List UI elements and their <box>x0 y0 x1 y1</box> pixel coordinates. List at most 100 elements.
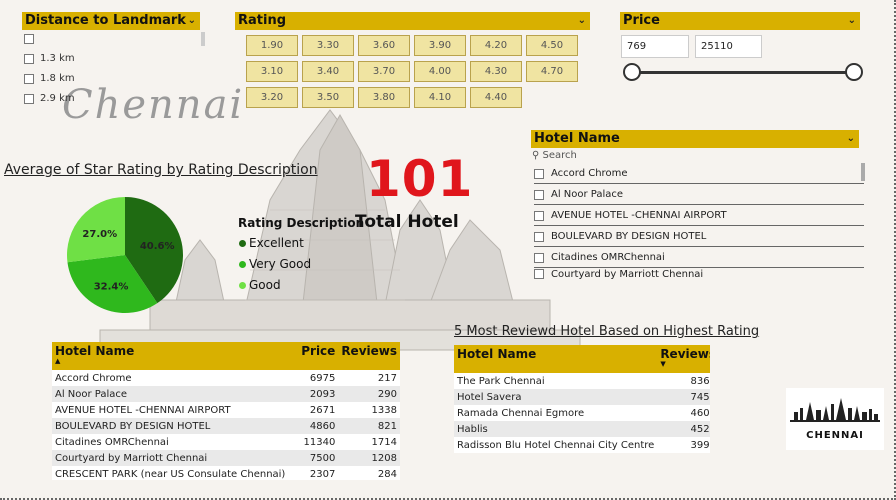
price-min-input[interactable]: 769 <box>621 35 689 58</box>
rating-tile[interactable]: 4.50 <box>526 35 578 56</box>
rating-tile[interactable]: 3.20 <box>246 87 298 108</box>
legend-dot-icon <box>239 239 246 247</box>
chevron-down-icon[interactable]: ⌄ <box>578 12 586 30</box>
checkbox[interactable] <box>534 189 544 200</box>
pie-data-label: 32.4% <box>94 282 129 293</box>
hotel-list-item[interactable]: AVENUE HOTEL -CHENNAI AIRPORT <box>534 206 864 226</box>
column-header-price[interactable]: Price <box>298 342 339 370</box>
price-cell: 11340 <box>298 434 339 450</box>
rating-tile[interactable]: 4.20 <box>470 35 522 56</box>
legend-item-good[interactable]: Good <box>239 278 281 292</box>
hotel-name-cell: Ramada Chennai Egmore <box>454 405 658 421</box>
chevron-down-icon[interactable]: ⌄ <box>188 12 196 30</box>
reviews-cell: 1208 <box>338 450 400 466</box>
hotel-name-cell: Hotel Savera <box>454 389 658 405</box>
distance-option-1-8km[interactable]: 1.8 km <box>24 73 75 84</box>
hotel-list-label: Citadines OMRChennai <box>551 252 665 263</box>
checkbox[interactable] <box>24 53 34 64</box>
hotel-list-item[interactable]: Accord Chrome <box>534 164 864 184</box>
hotel-list-item[interactable]: Courtyard by Marriott Chennai <box>534 269 864 279</box>
rating-tile[interactable]: 4.70 <box>526 61 578 82</box>
hotel-name-cell: AVENUE HOTEL -CHENNAI AIRPORT <box>52 402 299 418</box>
table-row[interactable]: Courtyard by Marriott Chennai 7500 1208 <box>52 450 400 466</box>
price-max-input[interactable]: 25110 <box>695 35 762 58</box>
rating-tile[interactable]: 3.50 <box>302 87 354 108</box>
table-row[interactable]: Accord Chrome 6975 217 <box>52 370 400 386</box>
checkbox[interactable] <box>24 34 34 44</box>
checkbox[interactable] <box>534 252 544 263</box>
distance-slicer-scrollbar[interactable] <box>201 32 205 46</box>
distance-option-1-3km[interactable]: 1.3 km <box>24 53 75 64</box>
distance-slicer-header[interactable]: Distance to Landmark ⌄ <box>22 12 200 30</box>
rating-tile[interactable]: 3.40 <box>302 61 354 82</box>
distance-slicer-title: Distance to Landmark <box>25 13 186 28</box>
rating-tile[interactable]: 3.30 <box>302 35 354 56</box>
checkbox[interactable] <box>534 231 544 242</box>
hotel-search-box[interactable]: ⚲ Search <box>532 150 864 161</box>
column-header-reviews[interactable]: Reviews▼ <box>657 345 710 373</box>
reviews-cell: 1714 <box>338 434 400 450</box>
rating-tile[interactable]: 4.30 <box>470 61 522 82</box>
table-row[interactable]: Citadines OMRChennai 11340 1714 <box>52 434 400 450</box>
table-row[interactable]: Hablis4529 <box>454 421 710 437</box>
price-slicer-title: Price <box>623 13 660 28</box>
search-placeholder: Search <box>542 150 577 161</box>
legend-item-very-good[interactable]: Very Good <box>239 257 311 271</box>
rating-slicer-header[interactable]: Rating ⌄ <box>235 12 590 30</box>
column-header-hotel-name[interactable]: Hotel Name ▲ <box>52 342 299 370</box>
hotel-table-container: Hotel Name ▲ Price Reviews Accord Chrome 6… <box>52 342 400 480</box>
hotel-name-cell: CRESCENT PARK (near US Consulate Chennai… <box>52 466 299 480</box>
hotel-list-item[interactable]: BOULEVARD BY DESIGN HOTEL <box>534 227 864 247</box>
legend-item-excellent[interactable]: Excellent <box>239 236 304 250</box>
rating-tile[interactable]: 4.00 <box>414 61 466 82</box>
table-row[interactable]: BOULEVARD BY DESIGN HOTEL 4860 821 <box>52 418 400 434</box>
table-row[interactable]: Ramada Chennai Egmore4600 <box>454 405 710 421</box>
rating-tile[interactable]: 1.90 <box>246 35 298 56</box>
top-reviewed-table: Hotel Name Reviews▼ The Park Chennai8366… <box>454 345 710 453</box>
rating-tile[interactable]: 3.80 <box>358 87 410 108</box>
table-row[interactable]: AVENUE HOTEL -CHENNAI AIRPORT 2671 1338 <box>52 402 400 418</box>
rating-tile[interactable]: 3.90 <box>414 35 466 56</box>
column-header-hotel-name[interactable]: Hotel Name <box>454 345 658 373</box>
price-slider-min-handle[interactable] <box>623 63 641 81</box>
chevron-down-icon[interactable]: ⌄ <box>847 130 855 148</box>
table-row[interactable]: Al Noor Palace 2093 290 <box>52 386 400 402</box>
checkbox[interactable] <box>24 93 34 104</box>
background-chennai-script: Chennai <box>62 82 245 128</box>
search-icon: ⚲ <box>532 150 540 161</box>
price-slider-max-handle[interactable] <box>845 63 863 81</box>
price-slicer-header[interactable]: Price ⌄ <box>620 12 860 30</box>
checkbox[interactable] <box>534 210 544 221</box>
hotel-list-label: AVENUE HOTEL -CHENNAI AIRPORT <box>551 210 727 221</box>
hotel-list-item[interactable]: Citadines OMRChennai <box>534 248 864 268</box>
table-row[interactable]: Radisson Blu Hotel Chennai City Centre 39… <box>454 437 710 453</box>
checkbox[interactable] <box>534 168 544 179</box>
rating-tile[interactable]: 4.40 <box>470 87 522 108</box>
hotel-name-slicer-header[interactable]: Hotel Name ⌄ <box>531 130 859 148</box>
hotel-list-label: Accord Chrome <box>551 168 628 179</box>
table-row[interactable]: CRESCENT PARK (near US Consulate Chennai… <box>52 466 400 480</box>
reviews-cell: 290 <box>338 386 400 402</box>
rating-tile[interactable]: 3.70 <box>358 61 410 82</box>
column-header-reviews[interactable]: Reviews <box>338 342 400 370</box>
table-row[interactable]: The Park Chennai8366 <box>454 373 710 389</box>
price-cell: 2093 <box>298 386 339 402</box>
hotel-name-slicer-title: Hotel Name <box>534 131 620 146</box>
distance-option-blank[interactable] <box>24 34 40 44</box>
price-cell: 4860 <box>298 418 339 434</box>
checkbox[interactable] <box>534 269 544 279</box>
rating-tile[interactable]: 3.10 <box>246 61 298 82</box>
chevron-down-icon[interactable]: ⌄ <box>848 12 856 30</box>
table-row[interactable]: Hotel Savera7458 <box>454 389 710 405</box>
rating-tile[interactable]: 4.10 <box>414 87 466 108</box>
distance-option-2-9km[interactable]: 2.9 km <box>24 93 75 104</box>
price-slider-track[interactable] <box>632 71 854 74</box>
legend-title: Rating Description <box>238 216 365 230</box>
reviews-cell: 8366 <box>657 373 710 389</box>
checkbox[interactable] <box>24 73 34 84</box>
rating-tile[interactable]: 3.60 <box>358 35 410 56</box>
hotel-name-cell: The Park Chennai <box>454 373 658 389</box>
hotel-list-item[interactable]: Al Noor Palace <box>534 185 864 205</box>
reviews-cell: 4529 <box>657 421 710 437</box>
distance-option-label: 1.3 km <box>40 53 75 64</box>
